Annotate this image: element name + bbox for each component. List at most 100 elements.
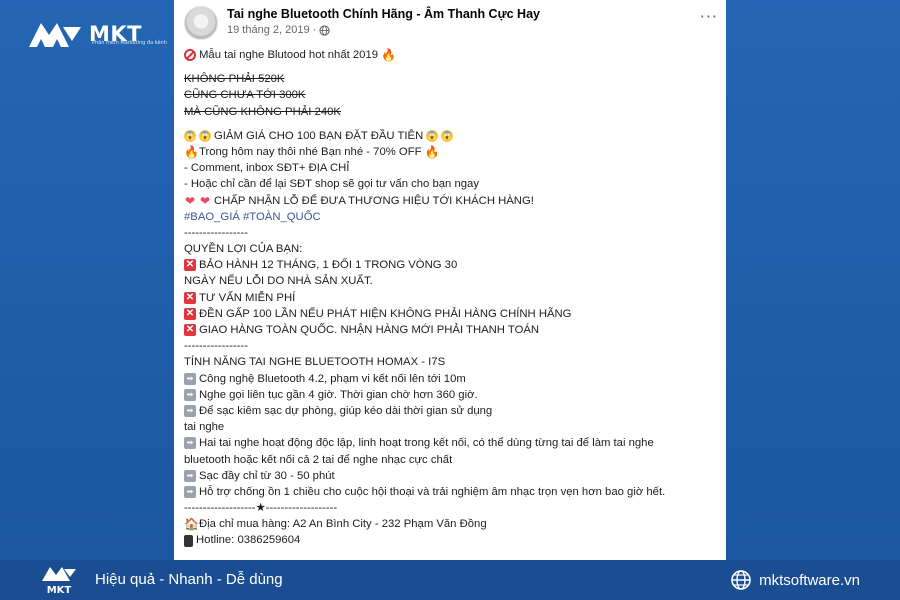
background-right [725,0,900,560]
post-line-text: tai nghe [184,421,225,434]
post-line: -------------------★------------------- [184,500,722,516]
post-line: 🔥 Trong hôm nay thôi nhé Bạn nhé - 70% OF… [184,144,722,160]
arrow-right-icon: ➡ [184,485,196,498]
post-line-text: BẢO HÀNH 12 THÁNG, 1 ĐỔI 1 TRONG VÒNG 30 [199,259,458,272]
post-line: Hotline: 0386259604 [184,532,722,548]
post-line-text: Mẫu tai nghe Blutood hot nhất 2019 [199,49,379,61]
post-line: KHÔNG PHẢI 520K [184,71,722,87]
post-date[interactable]: 19 tháng 2, 2019 · [227,24,316,36]
post-line-text: Trong hôm nay thôi nhé Bạn nhé - 70% OFF [199,145,422,158]
post-line-text: -------------------★------------------- [184,502,338,515]
post-line: 😱 😱 GIẢM GIÁ CHO 100 BẠN ĐẶT ĐẦU TIÊN 😱 😱 [184,128,722,144]
website-link[interactable]: mktsoftware.vn [731,570,860,590]
post-line: QUYỀN LỢI CỦA BẠN: [184,241,722,257]
post-line-text: - Hoặc chỉ cần để lại SĐT shop sẽ gọi tư… [184,178,479,191]
post-line-text: Hai tai nghe hoạt động độc lập, linh hoạ… [199,437,654,450]
post-line-text: KHÔNG PHẢI 520K [184,73,285,86]
red-x-icon: ✕ [184,291,196,304]
background-left [0,0,175,560]
post-line-text: - Comment, inbox SĐT+ ĐỊA CHỈ [184,162,350,175]
post-line: 🏠 Địa chỉ mua hàng: A2 An Bình City - 232… [184,516,722,532]
post-line: ❤ ❤ CHẤP NHẬN LỖ ĐỂ ĐƯA THƯƠNG HIỆU TỚI KH… [184,193,722,209]
post-line: ✕ GIAO HÀNG TOÀN QUỐC. NHẬN HÀNG MỚI PHẢI… [184,322,722,338]
page-avatar[interactable] [184,6,218,40]
scream-emoji-icon: 😱 [426,129,439,142]
red-x-icon: ✕ [184,259,196,272]
post-line: ➡ Để sạc kiêm sạc dự phòng, giúp kéo dài … [184,403,722,419]
scream-emoji-icon: 😱 [199,129,211,142]
post-line-text: ĐỀN GẤP 100 LẦN NẾU PHÁT HIỆN KHÔNG PHẢI… [199,307,572,320]
post-line: NGÀY NẾU LỖI DO NHÀ SẢN XUẤT. [184,273,722,289]
post-line-text: Địa chỉ mua hàng: A2 An Bình City - 232 … [199,518,487,531]
globe-icon [319,24,330,36]
post-line-text: Hỗ trợ chống ồn 1 chiều cho cuộc hội tho… [199,485,666,498]
post-line-text: NGÀY NẾU LỖI DO NHÀ SẢN XUẤT. [184,275,373,288]
post-line: tai nghe [184,419,722,435]
post-line-text: QUYỀN LỢI CỦA BẠN: [184,243,303,256]
post-line-text: GIẢM GIÁ CHO 100 BẠN ĐẶT ĐẦU TIÊN [214,129,424,142]
post-line: ✕ BẢO HÀNH 12 THÁNG, 1 ĐỔI 1 TRONG VÒNG 3… [184,257,722,273]
footer-tagline: Hiệu quả - Nhanh - Dễ dùng [95,571,283,588]
facebook-post: Tai nghe Bluetooth Chính Hãng - Âm Thanh… [174,0,726,560]
post-meta: 19 tháng 2, 2019 · [227,24,330,36]
scream-emoji-icon: 😱 [441,129,454,142]
heart-icon: ❤ [199,193,211,208]
post-line-text: CHẤP NHẬN LỖ ĐỂ ĐƯA THƯƠNG HIỆU TỚI KHÁC… [214,194,534,207]
post-line: MÀ CŨNG KHÔNG PHẢI 240K [184,104,722,120]
arrow-right-icon: ➡ [184,405,196,418]
post-line: ----------------- [184,338,722,354]
logo-subtitle: Phần mềm Marketing đa kênh [92,40,167,46]
heart-icon: ❤ [184,193,196,208]
post-line-text: ----------------- [184,226,248,239]
post-line: ➡ Công nghệ Bluetooth 4.2, phạm vi kết nố… [184,371,722,387]
post-line-text: MÀ CŨNG KHÔNG PHẢI 240K [184,105,341,118]
post-line: ➡ Hỗ trợ chống ồn 1 chiều cho cuộc hội th… [184,484,722,500]
website-text[interactable]: mktsoftware.vn [759,572,860,589]
post-line: ➡ Hai tai nghe hoạt động độc lập, linh ho… [184,435,722,451]
post-line: - Hoặc chỉ cần để lại SĐT shop sẽ gọi tư… [184,176,722,192]
page-name[interactable]: Tai nghe Bluetooth Chính Hãng - Âm Thanh… [227,7,540,21]
post-line-text: Sạc đầy chỉ từ 30 - 50 phút [199,469,335,482]
house-icon: 🏠 [184,517,199,532]
post-line: TÍNH NĂNG TAI NGHE BLUETOOTH HOMAX - I7S [184,354,722,370]
post-header: Tai nghe Bluetooth Chính Hãng - Âm Thanh… [184,6,718,40]
post-line: ➡ Sạc đầy chỉ từ 30 - 50 phút [184,468,722,484]
post-line: #BAO_GIÁ #TOÀN_QUỐC [184,209,722,225]
post-line-text: Hotline: 0386259604 [196,534,301,547]
post-line-text: GIAO HÀNG TOÀN QUỐC. NHẬN HÀNG MỚI PHẢI … [199,324,540,336]
no-entry-icon [184,49,196,62]
post-line: - Comment, inbox SĐT+ ĐỊA CHỈ [184,160,722,176]
post-line-text: Nghe gọi liên tục gần 4 giờ. Thời gian c… [199,388,478,401]
post-line-text: CŨNG CHƯA TỚI 300K [184,89,306,102]
post-line: Mẫu tai nghe Blutood hot nhất 2019 🔥 [184,47,722,63]
fire-icon: 🔥 [381,48,396,63]
post-line-text: TÍNH NĂNG TAI NGHE BLUETOOTH HOMAX - I7S [184,356,446,369]
post-line: ✕ TƯ VẤN MIỄN PHÍ [184,290,722,306]
scream-emoji-icon: 😱 [184,129,196,142]
post-line: ----------------- [184,225,722,241]
post-line-text: Để sạc kiêm sạc dự phòng, giúp kéo dài t… [199,404,493,417]
globe-icon [731,570,751,590]
mkt-footer-logo-icon: MKT [42,567,76,596]
red-x-icon: ✕ [184,324,196,337]
post-line: ➡ Nghe gọi liên tục gần 4 giờ. Thời gian … [184,387,722,403]
svg-text:MKT: MKT [47,585,72,596]
post-line: ✕ ĐỀN GẤP 100 LẦN NẾU PHÁT HIỆN KHÔNG PHẢ… [184,306,722,322]
post-line: CŨNG CHƯA TỚI 300K [184,87,722,103]
post-body: Mẫu tai nghe Blutood hot nhất 2019 🔥 KHÔNG… [184,47,722,549]
fire-icon: 🔥 [184,145,199,160]
phone-icon [184,534,193,547]
mkt-logo-mark-icon [29,23,81,47]
arrow-right-icon: ➡ [184,372,196,385]
post-line: bluetooth hoặc kết nối cả 2 tai để nghe … [184,452,722,468]
post-line-text: bluetooth hoặc kết nối cả 2 tai để nghe … [184,453,453,466]
red-x-icon: ✕ [184,307,196,320]
post-line-text: ----------------- [184,340,248,353]
hashtag-link[interactable]: #BAO_GIÁ #TOÀN_QUỐC [184,209,321,225]
fire-icon: 🔥 [424,145,440,160]
arrow-right-icon: ➡ [184,469,196,482]
post-line-text: TƯ VẤN MIỄN PHÍ [199,291,296,304]
more-dots-icon[interactable]: ··· [700,9,718,25]
